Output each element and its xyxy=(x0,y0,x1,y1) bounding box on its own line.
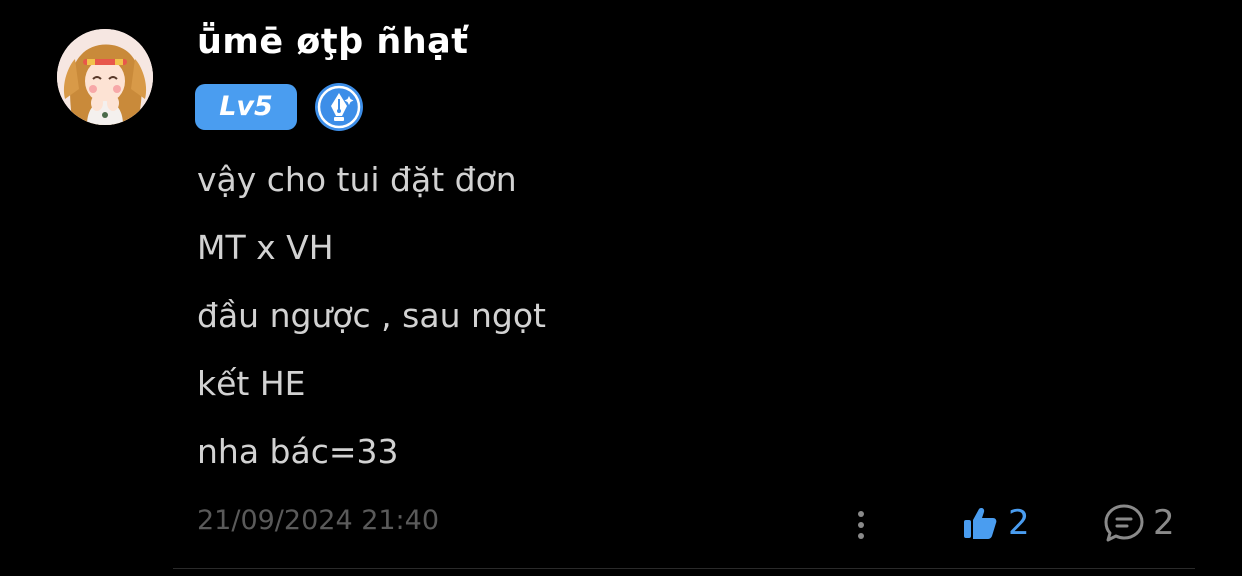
like-count: 2 xyxy=(1008,503,1030,543)
reply-count: 2 xyxy=(1153,503,1175,543)
more-options-button[interactable] xyxy=(849,507,873,543)
user-avatar[interactable] xyxy=(57,29,153,125)
comment-line: MT x VH xyxy=(197,228,334,267)
level-badge: Lv5 xyxy=(195,84,297,130)
comment-line: vậy cho tui đặt đơn xyxy=(197,160,517,199)
reply-button[interactable]: 2 xyxy=(1103,501,1175,545)
like-button[interactable]: 2 xyxy=(962,501,1030,545)
ellipsis-dot xyxy=(858,533,864,539)
vertical-ellipsis-icon xyxy=(858,511,864,517)
ellipsis-dot xyxy=(858,522,864,528)
thumbs-up-icon xyxy=(964,508,997,539)
comment-body: vậy cho tui đặt đơn MT x VH đầu ngược , … xyxy=(197,154,546,494)
comment-line: đầu ngược , sau ngọt xyxy=(197,296,546,335)
divider xyxy=(173,568,1195,569)
pen-nib-badge-icon xyxy=(314,82,364,132)
speech-bubble-icon xyxy=(1104,504,1144,542)
username[interactable]: ṻmē øţþ ñhạť xyxy=(197,22,469,62)
comment-line: kết HE xyxy=(197,364,306,403)
comment-timestamp: 21/09/2024 21:40 xyxy=(197,505,440,536)
cartoon-girl-avatar-icon xyxy=(57,29,153,125)
comment-line: nha bác=33 xyxy=(197,432,399,471)
